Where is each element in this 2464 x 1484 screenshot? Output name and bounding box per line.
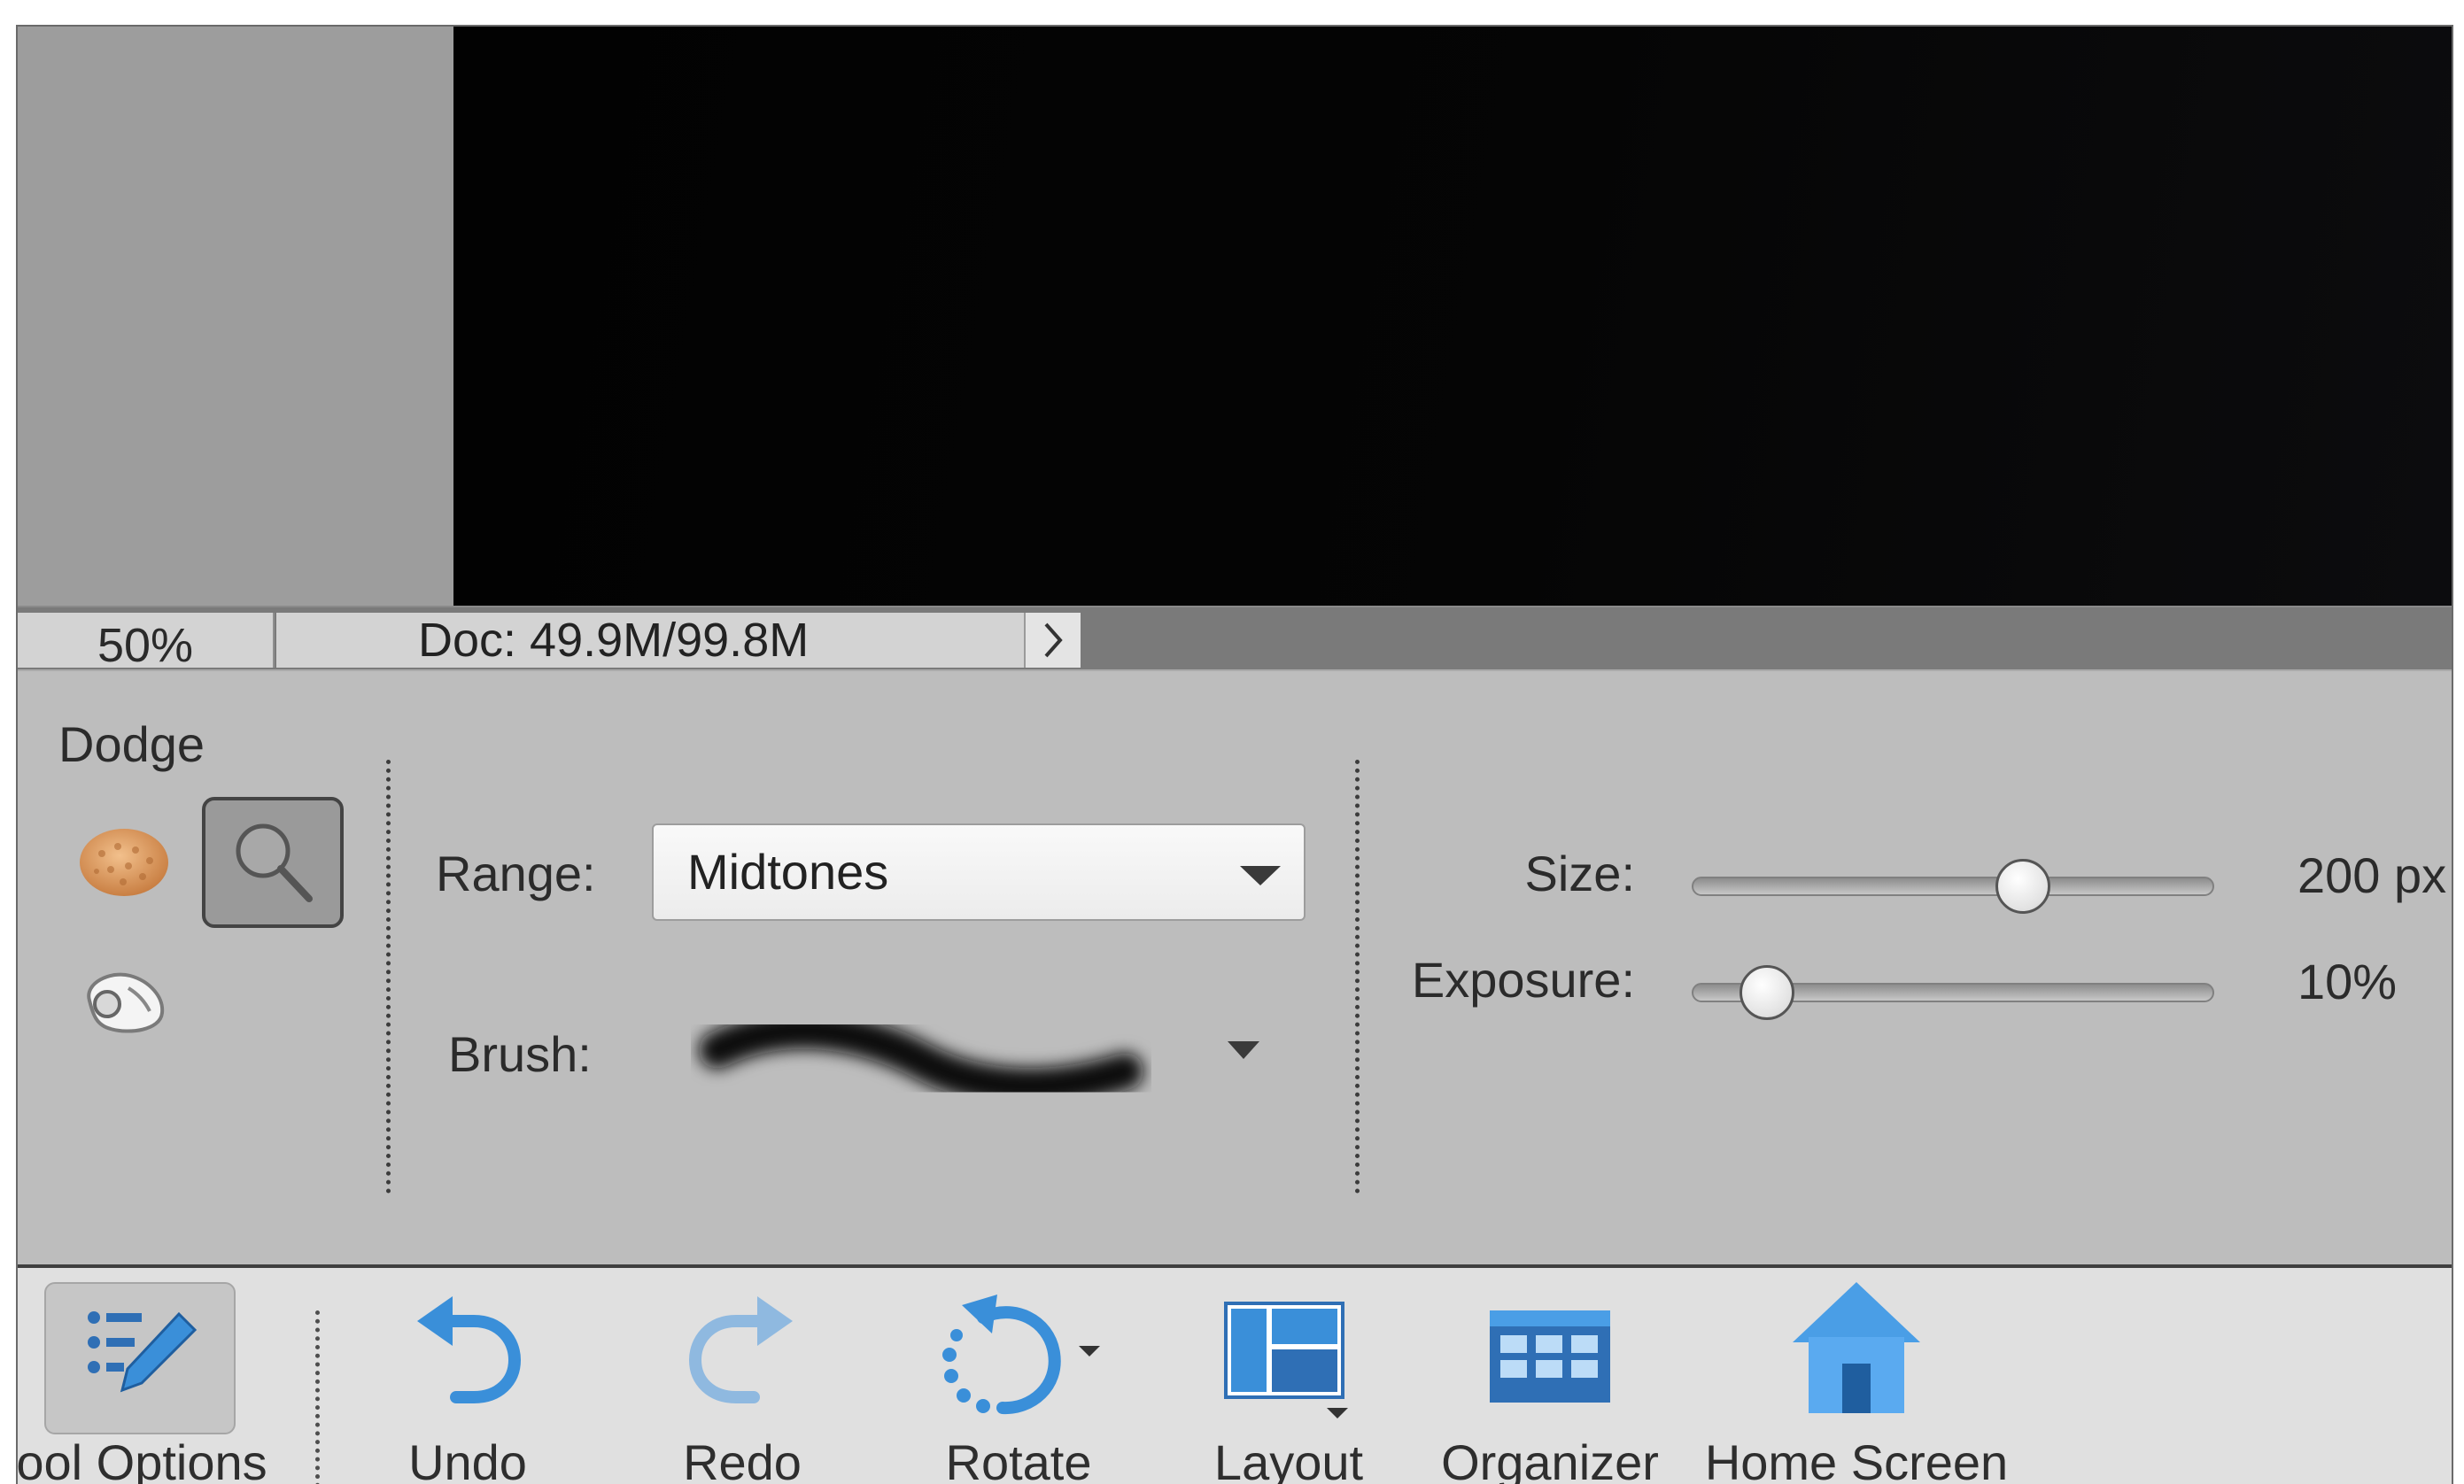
redo-label: Redo <box>683 1434 802 1484</box>
layout-icon <box>1224 1302 1348 1418</box>
rotate-button[interactable]: Rotate <box>912 1268 1125 1484</box>
range-dropdown-value: Midtones <box>687 844 889 900</box>
tool-options-label: ool Options <box>16 1434 267 1484</box>
exposure-slider-thumb[interactable] <box>1740 965 1795 1020</box>
size-value: 200 px <box>2297 847 2447 903</box>
size-slider-thumb[interactable] <box>1995 859 2050 914</box>
exposure-value: 10% <box>2297 954 2398 1009</box>
layout-button[interactable]: Layout <box>1187 1268 1391 1484</box>
redo-button[interactable]: Redo <box>654 1268 831 1484</box>
brush-dropdown-arrow-icon[interactable] <box>1228 1041 1259 1059</box>
taskbar: ool Options Undo Redo Rotate Layout Orga… <box>18 1264 2452 1484</box>
document-image[interactable] <box>453 27 2452 606</box>
tool-options-panel: Dodge Range: Midtones Brush: Size: 200 p… <box>18 669 2452 1266</box>
home-icon <box>1793 1282 1920 1413</box>
options-divider <box>386 760 391 1194</box>
tool-options-icon <box>88 1311 198 1393</box>
dodge-tool-button[interactable] <box>202 797 344 928</box>
chevron-down-icon <box>1240 866 1281 885</box>
status-info-menu-button[interactable] <box>1024 613 1081 668</box>
brush-label: Brush: <box>448 1026 592 1082</box>
brush-preset-picker[interactable] <box>691 997 1151 1121</box>
sponge-icon <box>80 829 168 896</box>
home-screen-button[interactable]: Home Screen <box>1679 1268 2034 1484</box>
organizer-button[interactable]: Organizer <box>1417 1268 1683 1484</box>
range-dropdown[interactable]: Midtones <box>652 823 1306 921</box>
chevron-right-icon <box>1044 622 1063 658</box>
canvas-area <box>18 27 2452 606</box>
undo-label: Undo <box>408 1434 527 1484</box>
options-divider <box>1355 760 1360 1194</box>
size-label: Size: <box>1524 846 1636 901</box>
tool-options-button[interactable]: ool Options <box>16 1268 301 1484</box>
undo-icon <box>417 1296 522 1403</box>
layout-label: Layout <box>1213 1434 1364 1484</box>
burn-icon <box>87 972 165 1033</box>
taskbar-divider <box>315 1310 320 1484</box>
undo-button[interactable]: Undo <box>379 1268 556 1484</box>
brush-stroke-preview <box>699 1011 1143 1106</box>
dodge-icon <box>236 823 313 902</box>
tool-name-label: Dodge <box>58 716 205 772</box>
redo-icon <box>688 1296 793 1403</box>
range-label: Range: <box>436 846 596 901</box>
size-slider[interactable] <box>1692 859 2214 914</box>
organizer-icon <box>1490 1310 1610 1403</box>
home-screen-label: Home Screen <box>1704 1434 2009 1484</box>
rotate-label: Rotate <box>945 1434 1092 1484</box>
organizer-label: Organizer <box>1441 1434 1659 1484</box>
exposure-slider[interactable] <box>1692 965 2214 1020</box>
editor-window: 50% Doc: 49.9M/99.8M Dodge Range: Midton… <box>16 25 2453 1484</box>
burn-tool-button[interactable] <box>71 953 177 1050</box>
sponge-tool-button[interactable] <box>71 813 177 910</box>
zoom-level[interactable]: 50% <box>18 613 275 672</box>
exposure-label: Exposure: <box>1411 952 1635 1008</box>
rotate-icon <box>942 1295 1100 1415</box>
status-bar: 50% Doc: 49.9M/99.8M <box>18 606 2452 672</box>
document-size-info: Doc: 49.9M/99.8M <box>276 613 1036 668</box>
